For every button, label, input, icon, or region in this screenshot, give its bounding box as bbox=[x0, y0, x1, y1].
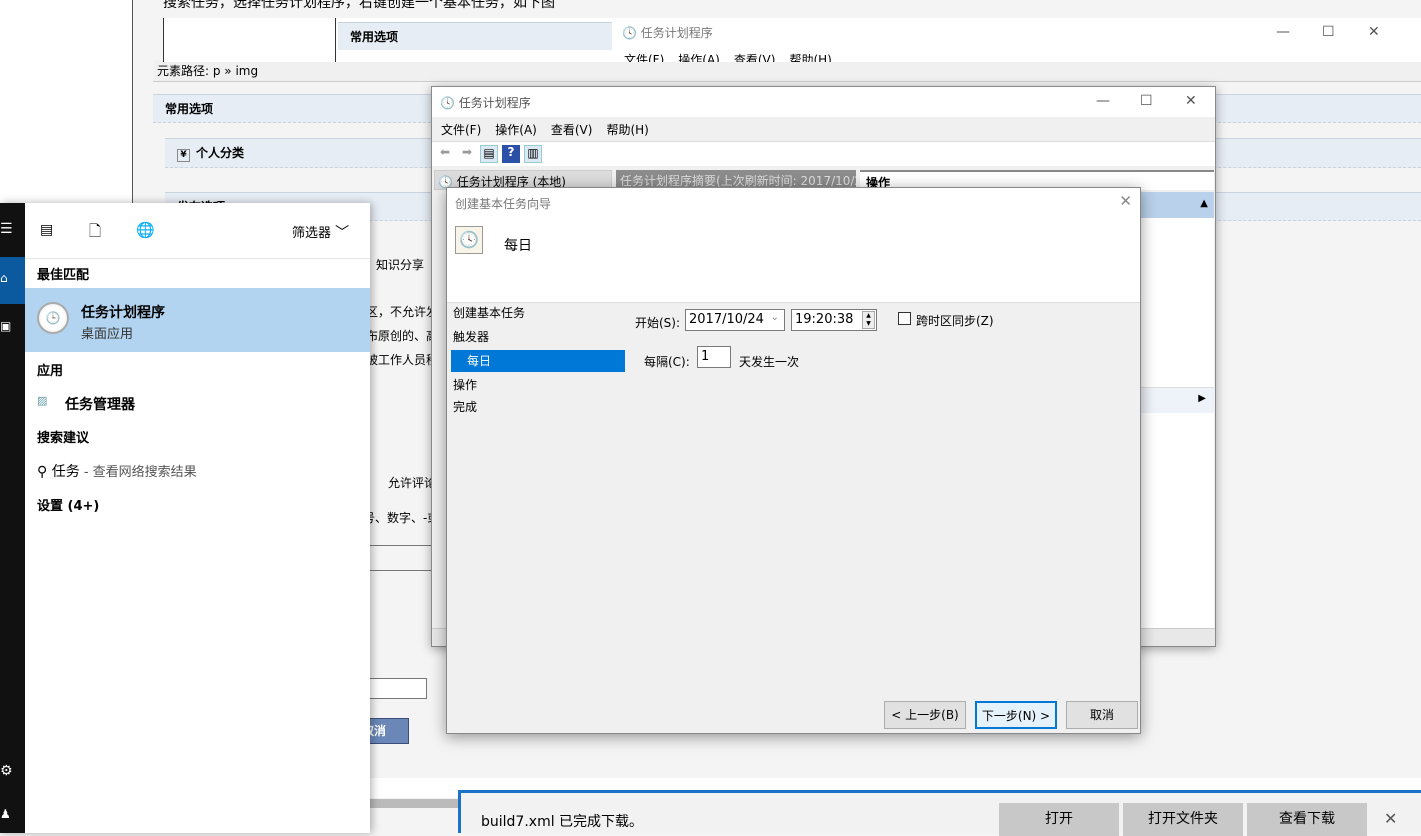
maximize-icon[interactable]: ☐ bbox=[1322, 24, 1335, 40]
basic-task-wizard: 创建基本任务向导 ✕ 🕓 每日 创建基本任务 触发器 每日 操作 完成 开始(S… bbox=[446, 187, 1141, 734]
expand-right-icon[interactable]: ▶ bbox=[1198, 393, 1206, 404]
clock-icon: 🕓 bbox=[440, 96, 455, 110]
task-manager-icon: ▨ bbox=[37, 394, 48, 407]
bg-window-title: 🕓 任务计划程序 bbox=[622, 26, 713, 40]
download-message: build7.xml 已完成下载。 bbox=[481, 814, 644, 830]
wizard-title: 创建基本任务向导 bbox=[455, 197, 552, 211]
collapse-icon: ¥ bbox=[177, 149, 190, 162]
documents-icon[interactable]: ▣ bbox=[0, 319, 11, 333]
search-icon: ⚲ bbox=[37, 464, 48, 480]
wizard-heading: 每日 bbox=[504, 238, 532, 254]
download-bar: build7.xml 已完成下载。 打开 打开文件夹 查看下载 ✕ bbox=[458, 790, 1421, 836]
menu-file[interactable]: 文件(F) bbox=[441, 123, 481, 137]
start-menu-search: ☰ ⌂ ▣ ⚙ ♟ ▤ 🗋 🌐 筛选器 ﹀ 最佳匹配 🕒 任务计划程序 桌面应用… bbox=[0, 203, 370, 833]
minimize-button[interactable]: — bbox=[1096, 93, 1110, 109]
start-label: 开始(S): bbox=[635, 316, 681, 330]
close-icon[interactable]: ✕ bbox=[1368, 24, 1380, 40]
best-match-subtitle: 桌面应用 bbox=[81, 327, 134, 342]
collapse-up-icon: ▲ bbox=[1200, 198, 1208, 209]
best-match-header: 最佳匹配 bbox=[37, 268, 90, 283]
forward-arrow-icon[interactable]: ➡ bbox=[458, 145, 476, 163]
bg-menu-bar: 文件(F) 操作(A) 查看(V) 帮助(H) bbox=[624, 53, 832, 62]
section-personal-label: 个人分类 bbox=[196, 146, 245, 160]
allow-comment-label: 允许评论 bbox=[388, 476, 437, 490]
sync-timezone-label: 跨时区同步(Z) bbox=[916, 314, 994, 328]
start-date-picker[interactable]: 2017/10/24 ⌄ bbox=[685, 309, 785, 331]
recur-suffix: 天发生一次 bbox=[739, 355, 800, 369]
window-title: 任务计划程序 bbox=[458, 96, 531, 110]
spinner-arrows-icon: ▲ ▼ bbox=[862, 311, 875, 329]
web-globe-icon[interactable]: 🌐 bbox=[136, 221, 155, 239]
filter-dropdown[interactable]: 筛选器 ﹀ bbox=[292, 222, 349, 242]
minimize-icon[interactable]: — bbox=[1276, 24, 1290, 40]
next-button[interactable]: 下一步(N) > bbox=[975, 701, 1057, 729]
bg-scheduler-window: 🕓 任务计划程序 — ☐ ✕ 文件(F) 操作(A) 查看(V) 帮助(H) bbox=[612, 18, 1421, 62]
close-icon[interactable]: ✕ bbox=[1384, 809, 1397, 828]
step-trigger[interactable]: 触发器 bbox=[453, 328, 625, 350]
best-match-title: 任务计划程序 bbox=[81, 305, 165, 321]
intro-text: 搜索任务，选择任务计划程序，右键创建一个基本任务，如下图 bbox=[163, 0, 555, 11]
step-daily-selected[interactable]: 每日 bbox=[451, 350, 625, 372]
embedded-image: 常用选项 bbox=[163, 18, 613, 62]
close-button[interactable]: ✕ bbox=[1185, 93, 1197, 109]
chevron-down-icon: ﹀ bbox=[335, 225, 350, 241]
close-icon[interactable]: ✕ bbox=[1119, 192, 1132, 210]
open-folder-button[interactable]: 打开文件夹 bbox=[1123, 803, 1243, 836]
suggest-header: 搜索建议 bbox=[37, 431, 90, 446]
start-rail: ☰ ⌂ ▣ ⚙ ♟ bbox=[0, 203, 25, 833]
apps-header: 应用 bbox=[37, 364, 64, 379]
clock-icon: 🕓 bbox=[622, 26, 637, 40]
scheduled-task-icon: 🕓 bbox=[455, 226, 483, 254]
menu-view[interactable]: 查看(V) bbox=[551, 123, 593, 137]
task-scheduler-clock-icon: 🕒 bbox=[37, 302, 69, 334]
search-suggestion[interactable]: ⚲ 任务 - 查看网络搜索结果 bbox=[37, 461, 197, 481]
toolbar: ⬅ ➡ ▤? ▥ bbox=[432, 141, 1215, 166]
help-icon[interactable]: ? bbox=[502, 145, 520, 163]
title-bar: 🕓 任务计划程序 — ☐ ✕ bbox=[432, 87, 1215, 117]
menu-bar: 文件(F) 操作(A) 查看(V) 帮助(H) bbox=[441, 121, 663, 138]
task-manager-item[interactable]: 任务管理器 bbox=[65, 394, 135, 414]
wizard-header: 创建基本任务向导 ✕ 🕓 每日 bbox=[447, 188, 1140, 302]
maximize-button[interactable]: ☐ bbox=[1140, 93, 1153, 109]
recur-days-input[interactable]: 1 bbox=[697, 346, 731, 368]
img-section: 常用选项 bbox=[338, 22, 613, 50]
chevron-down-icon: ⌄ bbox=[770, 312, 779, 323]
show-hide-action-pane-icon[interactable]: ▥ bbox=[524, 145, 542, 163]
chars-hint: 号、数字、-或 bbox=[363, 511, 440, 525]
home-icon[interactable]: ⌂ bbox=[0, 257, 25, 304]
hamburger-icon[interactable]: ☰ bbox=[0, 221, 13, 237]
menu-action[interactable]: 操作(A) bbox=[495, 123, 537, 137]
back-button[interactable]: < 上一步(B) bbox=[884, 701, 966, 729]
step-finish[interactable]: 完成 bbox=[453, 396, 625, 420]
notice-text: 区，不允许发 布原创的、高 被工作人员移 bbox=[366, 305, 439, 367]
back-arrow-icon[interactable]: ⬅ bbox=[436, 145, 454, 163]
start-time-spinner[interactable]: 19:20:38 ▲ ▼ bbox=[791, 309, 877, 331]
recur-label: 每隔(C): bbox=[644, 355, 690, 369]
wizard-steps: 创建基本任务 触发器 每日 操作 完成 bbox=[451, 304, 625, 420]
view-downloads-button[interactable]: 查看下载 bbox=[1247, 803, 1367, 836]
apps-filter-icon[interactable]: ▤ bbox=[40, 222, 53, 238]
user-icon[interactable]: ♟ bbox=[0, 807, 11, 821]
step-create[interactable]: 创建基本任务 bbox=[453, 304, 625, 328]
open-button[interactable]: 打开 bbox=[999, 803, 1119, 836]
element-path: 元素路径: p » img bbox=[153, 60, 1421, 82]
documents-filter-icon[interactable]: 🗋 bbox=[89, 221, 101, 246]
show-hide-tree-icon[interactable]: ▤ bbox=[480, 145, 498, 163]
best-match-item[interactable]: 🕒 任务计划程序 桌面应用 bbox=[25, 288, 370, 352]
settings-header[interactable]: 设置 (4+) bbox=[37, 495, 99, 514]
settings-gear-icon[interactable]: ⚙ bbox=[0, 763, 13, 779]
sync-timezone-checkbox[interactable] bbox=[898, 312, 911, 325]
step-action[interactable]: 操作 bbox=[453, 372, 625, 396]
knowledge-label: 知识分享 bbox=[376, 258, 425, 272]
cancel-button[interactable]: 取消 bbox=[1066, 701, 1138, 729]
menu-help[interactable]: 帮助(H) bbox=[606, 123, 648, 137]
